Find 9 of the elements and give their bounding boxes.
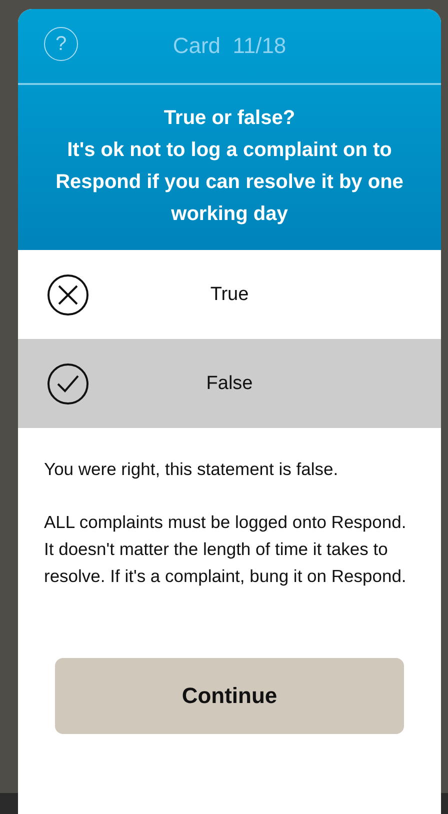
question-text: It's ok not to log a complaint on to Respond if you can resolve it by one working day (54, 138, 404, 227)
card-counter: Card 11/18 (172, 33, 286, 59)
feedback-text: ALL complaints must be logged onto Respond. It doesn't matter the length of time it takes to resolve. If it's a complaint, bung it on Respond. (44, 511, 408, 588)
cross-circle-icon (47, 274, 89, 316)
continue-button[interactable]: Continue (55, 658, 404, 734)
feedback-text: You were right, this statement is false. (44, 458, 340, 481)
question-text: True or false? (164, 106, 296, 131)
check-circle-icon (47, 362, 89, 404)
answer-option[interactable]: False (18, 339, 441, 428)
